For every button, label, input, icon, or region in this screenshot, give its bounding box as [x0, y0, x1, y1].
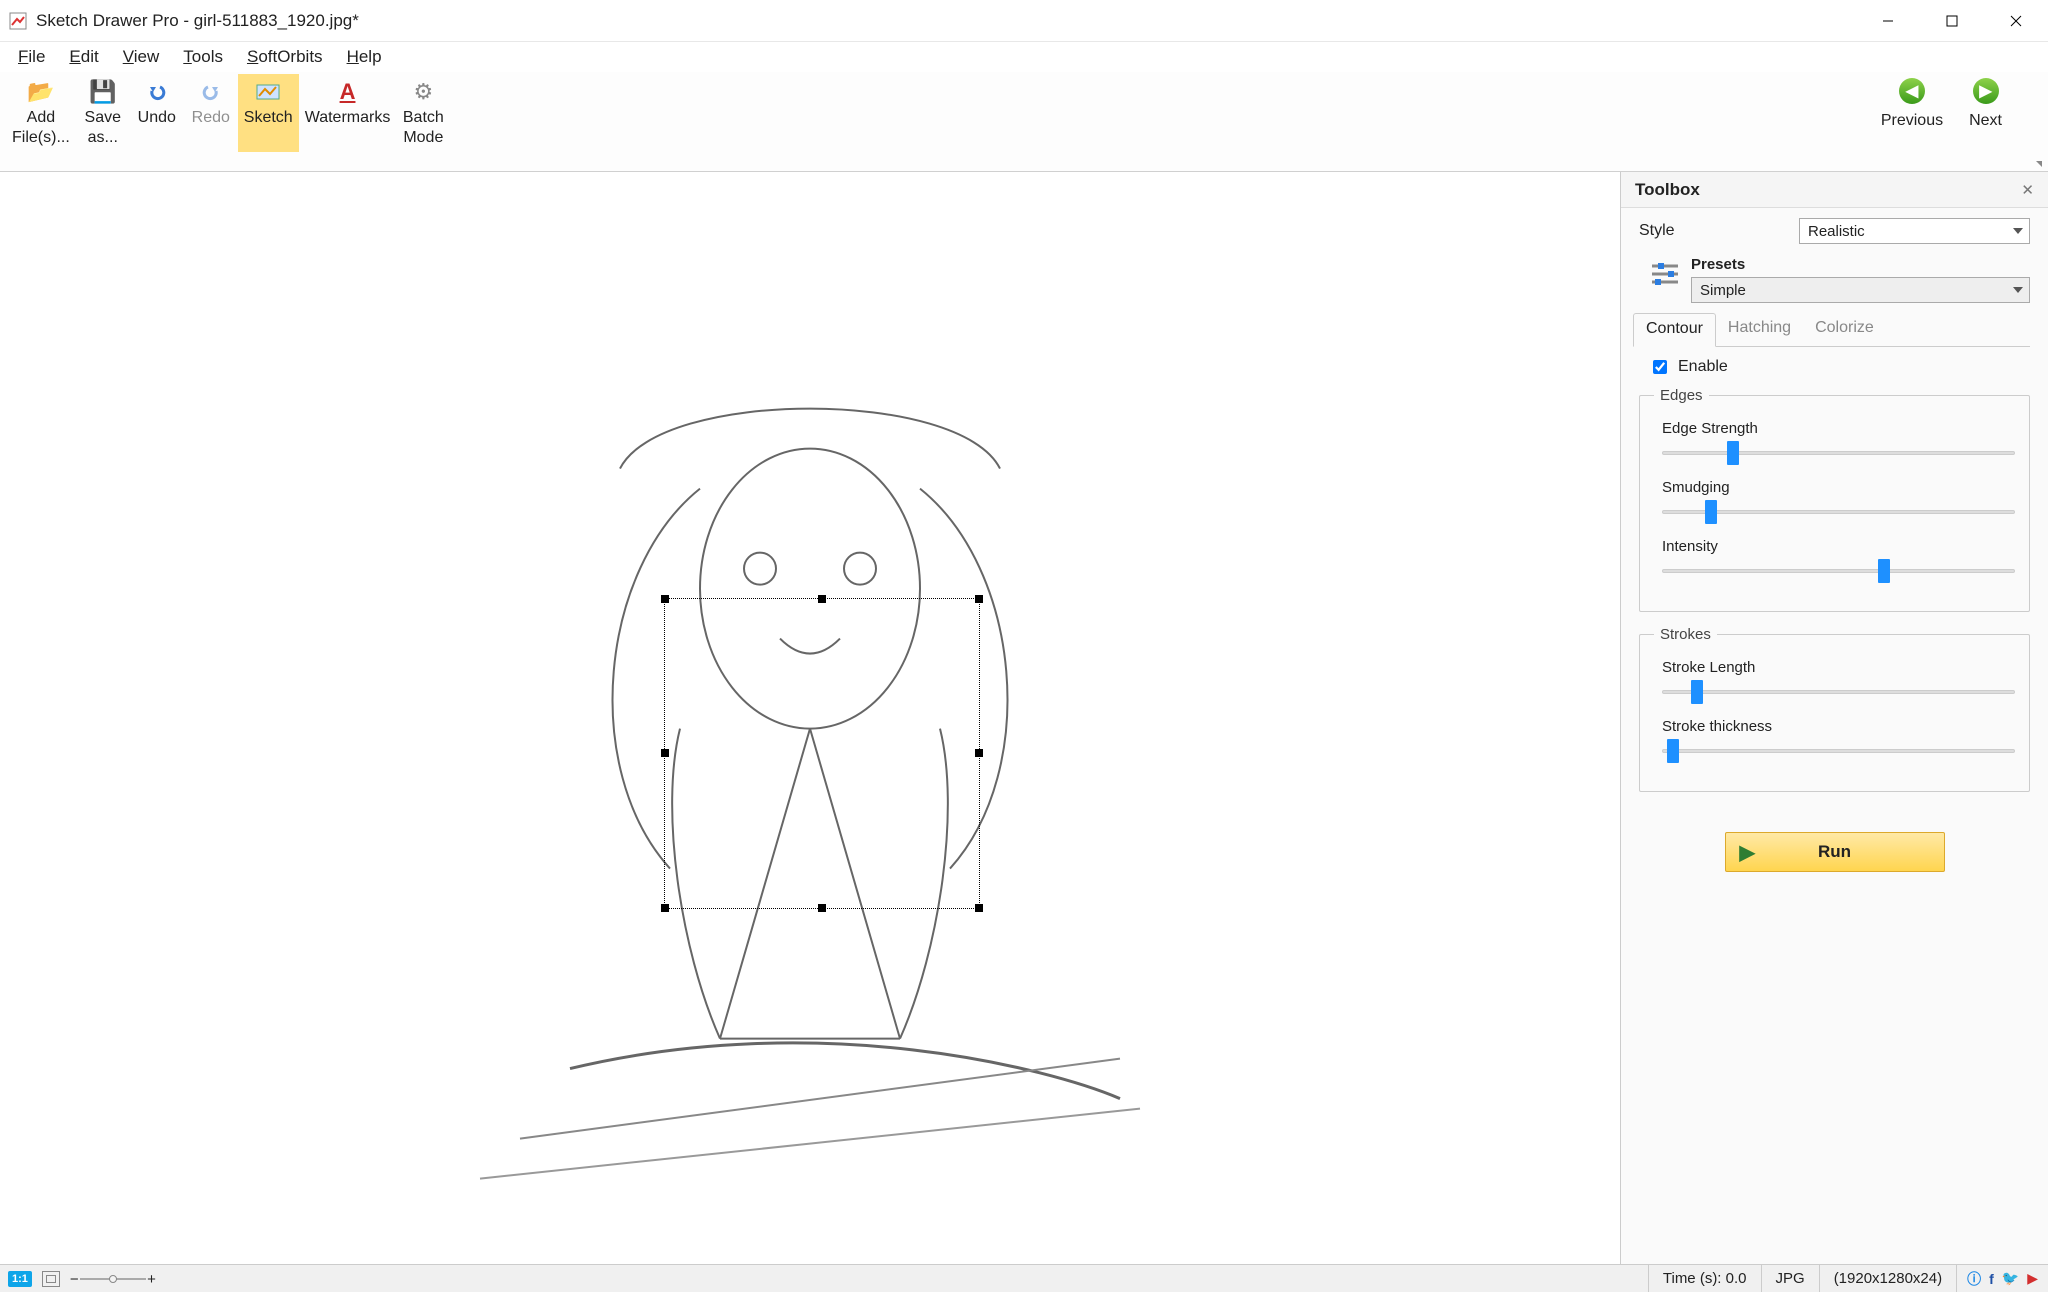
twitter-icon[interactable]: 🐦: [2002, 1270, 2019, 1287]
run-label: Run: [1818, 842, 1851, 862]
strokes-legend: Strokes: [1654, 626, 1717, 643]
minimize-button[interactable]: [1856, 0, 1920, 41]
smudging-slider[interactable]: [1662, 502, 2015, 522]
undo-button[interactable]: Undo: [130, 74, 184, 152]
gear-icon: ⚙: [413, 78, 433, 106]
canvas[interactable]: [0, 172, 1620, 1264]
edges-legend: Edges: [1654, 387, 1709, 404]
sketch-button[interactable]: Sketch: [238, 74, 299, 152]
zoom-slider[interactable]: − +: [70, 1271, 156, 1287]
stroke-length-label: Stroke Length: [1662, 659, 2015, 676]
stroke-length-slider[interactable]: [1662, 682, 2015, 702]
sketch-label: Sketch: [244, 108, 293, 128]
close-button[interactable]: [1984, 0, 2048, 41]
intensity-label: Intensity: [1662, 538, 2015, 555]
resize-handle-nw[interactable]: [661, 595, 669, 603]
redo-button[interactable]: Redo: [184, 74, 238, 152]
style-value: Realistic: [1808, 223, 1865, 240]
run-button[interactable]: ▶ Run: [1725, 832, 1945, 872]
tab-colorize[interactable]: Colorize: [1803, 313, 1886, 346]
resize-handle-sw[interactable]: [661, 904, 669, 912]
save-icon: 💾: [89, 78, 116, 106]
undo-icon: [146, 78, 168, 106]
sliders-icon: [1639, 256, 1691, 286]
add-files-label: Add File(s)...: [12, 108, 70, 148]
menu-help[interactable]: Help: [337, 44, 392, 70]
tab-hatching[interactable]: Hatching: [1716, 313, 1803, 346]
previous-label: Previous: [1881, 112, 1943, 130]
save-as-button[interactable]: 💾 Save as...: [76, 74, 130, 152]
menu-edit[interactable]: Edit: [59, 44, 108, 70]
tab-contour[interactable]: Contour: [1633, 313, 1716, 347]
edge-strength-label: Edge Strength: [1662, 420, 2015, 437]
arrow-left-icon: ◀: [1899, 78, 1925, 104]
next-button[interactable]: ▶ Next: [1969, 78, 2002, 130]
presets-value: Simple: [1700, 282, 1746, 299]
redo-icon: [200, 78, 222, 106]
toolbar: 📂 Add File(s)... 💾 Save as... Undo Redo …: [0, 72, 2048, 172]
presets-label: Presets: [1691, 256, 2030, 273]
intensity-slider[interactable]: [1662, 561, 2015, 581]
menu-file[interactable]: File: [8, 44, 55, 70]
statusbar: 1:1 − + Time (s): 0.0 JPG (1920x1280x24)…: [0, 1264, 2048, 1292]
undo-label: Undo: [138, 108, 176, 128]
smudging-label: Smudging: [1662, 479, 2015, 496]
enable-label: Enable: [1678, 358, 1728, 376]
menubar: File Edit View Tools SoftOrbits Help: [0, 42, 2048, 72]
titlebar: Sketch Drawer Pro - girl-511883_1920.jpg…: [0, 0, 2048, 42]
resize-handle-s[interactable]: [818, 904, 826, 912]
maximize-button[interactable]: [1920, 0, 1984, 41]
watermarks-button[interactable]: A Watermarks: [299, 74, 397, 152]
presets-select[interactable]: Simple: [1691, 277, 2030, 303]
style-label: Style: [1639, 222, 1799, 240]
info-icon[interactable]: ⓘ: [1967, 1269, 1981, 1289]
enable-checkbox[interactable]: [1653, 360, 1667, 374]
play-icon: ▶: [1740, 840, 1755, 865]
zoom-fit-button[interactable]: [42, 1271, 60, 1287]
edge-strength-slider[interactable]: [1662, 443, 2015, 463]
batch-label: Batch Mode: [403, 108, 444, 148]
arrow-right-icon: ▶: [1973, 78, 1999, 104]
previous-button[interactable]: ◀ Previous: [1881, 78, 1943, 130]
stroke-thickness-label: Stroke thickness: [1662, 718, 2015, 735]
edges-group: Edges Edge Strength Smudging Intensity: [1639, 387, 2030, 612]
save-as-label: Save as...: [85, 108, 121, 148]
redo-label: Redo: [192, 108, 230, 128]
toolbox-panel: Toolbox ✕ Style Realistic Presets Simple: [1620, 172, 2048, 1264]
chevron-down-icon: [2013, 287, 2023, 293]
status-format: JPG: [1761, 1265, 1819, 1292]
next-label: Next: [1969, 112, 2002, 130]
status-dimensions: (1920x1280x24): [1819, 1265, 1956, 1292]
menu-softorbits[interactable]: SoftOrbits: [237, 44, 333, 70]
toolbox-tabs: Contour Hatching Colorize: [1633, 313, 2030, 347]
chevron-down-icon: [2013, 228, 2023, 234]
strokes-group: Strokes Stroke Length Stroke thickness: [1639, 626, 2030, 792]
window-title: Sketch Drawer Pro - girl-511883_1920.jpg…: [36, 11, 1856, 31]
youtube-icon[interactable]: ▶: [2027, 1270, 2038, 1287]
resize-handle-n[interactable]: [818, 595, 826, 603]
add-files-button[interactable]: 📂 Add File(s)...: [6, 74, 76, 152]
facebook-icon[interactable]: f: [1989, 1271, 1994, 1287]
resize-handle-ne[interactable]: [975, 595, 983, 603]
watermarks-label: Watermarks: [305, 108, 391, 128]
resize-handle-w[interactable]: [661, 749, 669, 757]
toolbar-overflow-icon[interactable]: [2036, 161, 2042, 167]
status-time: Time (s): 0.0: [1648, 1265, 1761, 1292]
zoom-actual-button[interactable]: 1:1: [8, 1271, 32, 1287]
selection-rectangle[interactable]: [664, 598, 980, 909]
folder-open-icon: 📂: [27, 78, 54, 106]
menu-view[interactable]: View: [113, 44, 170, 70]
batch-mode-button[interactable]: ⚙ Batch Mode: [396, 74, 450, 152]
watermark-icon: A: [340, 78, 356, 106]
resize-handle-e[interactable]: [975, 749, 983, 757]
toolbox-close-button[interactable]: ✕: [2021, 181, 2034, 199]
menu-tools[interactable]: Tools: [173, 44, 233, 70]
style-select[interactable]: Realistic: [1799, 218, 2030, 244]
stroke-thickness-slider[interactable]: [1662, 741, 2015, 761]
sketch-icon: [256, 78, 280, 106]
app-icon: [8, 11, 28, 31]
resize-handle-se[interactable]: [975, 904, 983, 912]
toolbox-title: Toolbox: [1635, 180, 2021, 200]
